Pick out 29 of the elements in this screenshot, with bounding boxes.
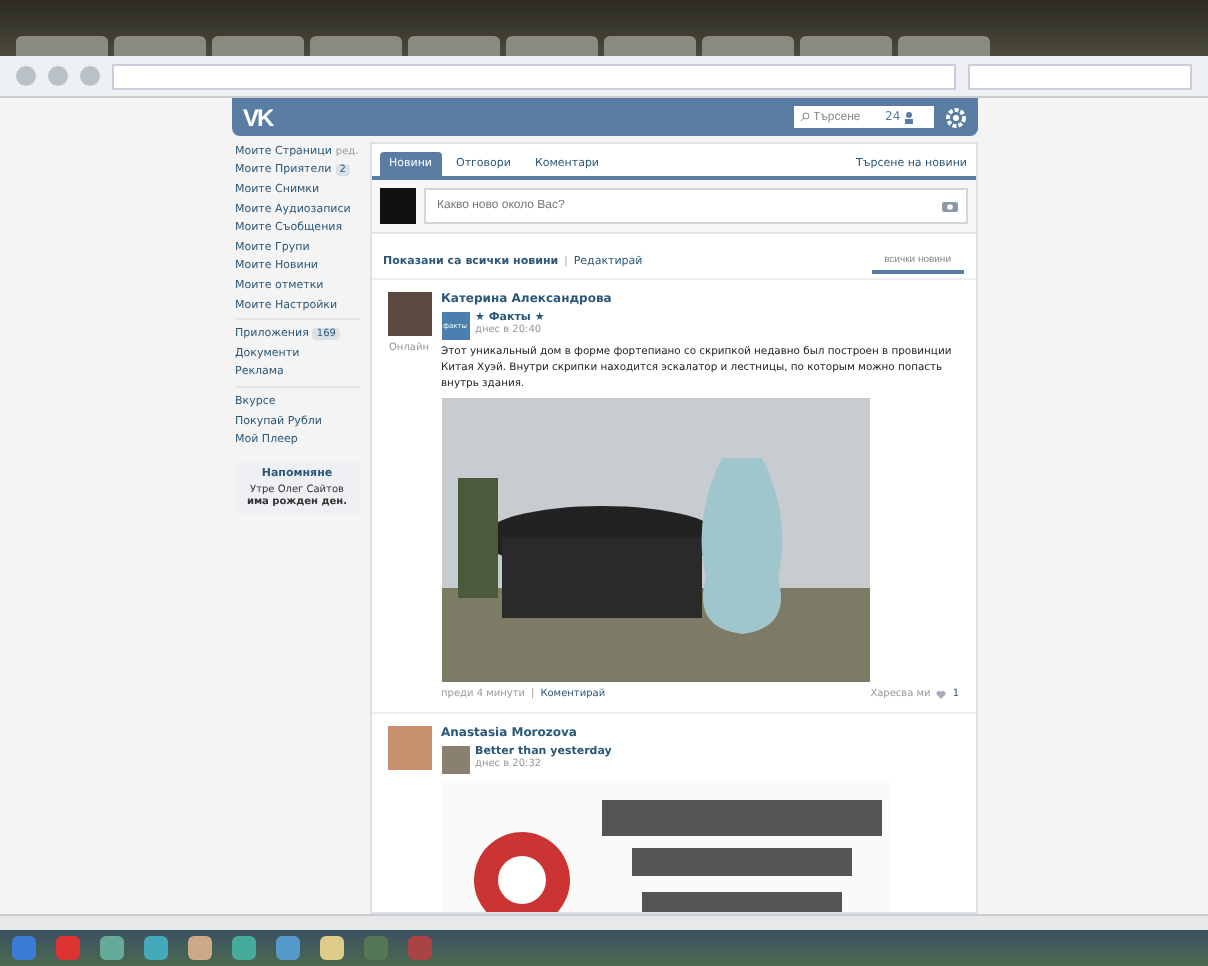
- source-thumbnail[interactable]: [441, 746, 469, 775]
- browser-search-field[interactable]: [968, 63, 1192, 89]
- avatar-placeholder[interactable]: [387, 292, 431, 336]
- taskbar-app-icon[interactable]: [320, 936, 344, 960]
- browser-tab[interactable]: [16, 36, 108, 56]
- heart-icon: [936, 689, 947, 700]
- person-icon: [904, 111, 915, 123]
- browser-tab[interactable]: [114, 36, 206, 56]
- taskbar-app-icon[interactable]: [276, 936, 300, 960]
- camera-icon[interactable]: [941, 200, 957, 212]
- taskbar-app-icon[interactable]: [144, 936, 168, 960]
- site-logo[interactable]: VK: [243, 103, 781, 131]
- browser-tab[interactable]: [408, 36, 500, 56]
- taskbar-app-icon[interactable]: [188, 936, 212, 960]
- browser-tab[interactable]: [212, 36, 304, 56]
- browser-tab[interactable]: [506, 36, 598, 56]
- taskbar-app-icon[interactable]: [12, 936, 36, 960]
- taskbar-app-icon[interactable]: [56, 936, 80, 960]
- browser-tab[interactable]: [898, 36, 990, 56]
- browser-tab[interactable]: [604, 36, 696, 56]
- taskbar-app-icon[interactable]: [100, 936, 124, 960]
- taskbar-app-icon[interactable]: [232, 936, 256, 960]
- browser-tab[interactable]: [702, 36, 794, 56]
- avatar-placeholder: [379, 188, 415, 224]
- settings-icon[interactable]: [945, 107, 965, 127]
- search-icon: [799, 112, 809, 122]
- browser-tab[interactable]: [800, 36, 892, 56]
- browser-tab[interactable]: [310, 36, 402, 56]
- address-bar[interactable]: [112, 63, 956, 89]
